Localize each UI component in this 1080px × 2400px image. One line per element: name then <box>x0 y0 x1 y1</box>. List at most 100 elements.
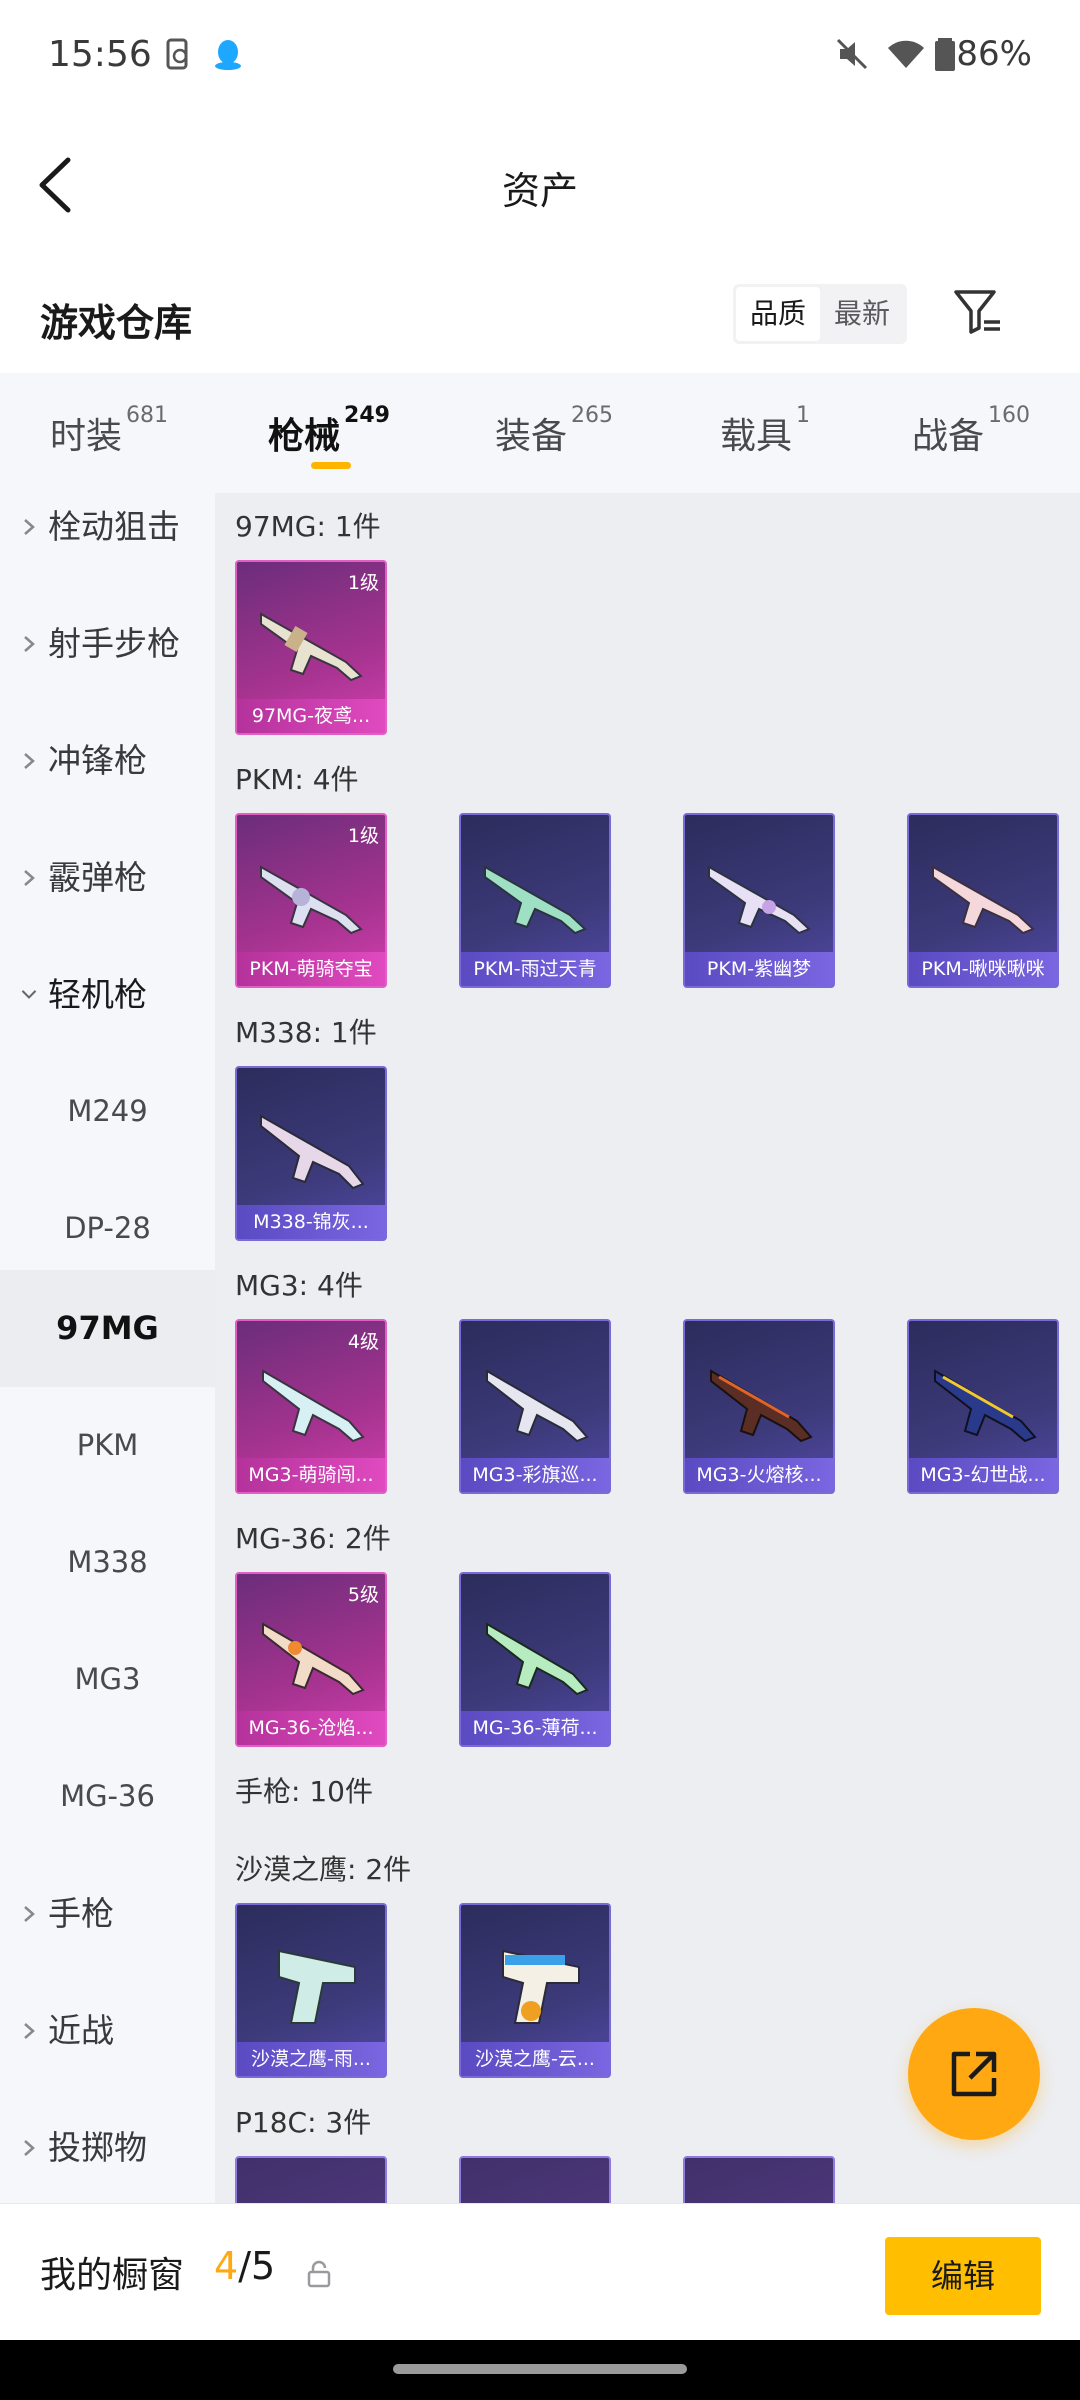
lmg-icon <box>486 1369 589 1443</box>
tab-vehicles[interactable]: 载具1 <box>720 403 810 459</box>
sidebar-item-label: 霰弹枪 <box>48 858 147 897</box>
sidebar-item-melee[interactable]: 近战 <box>0 1972 215 2089</box>
sidebar-subitem-97mg[interactable]: 97MG <box>0 1270 215 1387</box>
external-link-icon <box>951 2051 997 2097</box>
weapon-name: MG3-幻世战... <box>909 1458 1057 1492</box>
lmg-icon <box>708 865 811 935</box>
sidebar-item-bolt-sniper[interactable]: 栓动狙击 <box>0 493 215 585</box>
weapon-card[interactable]: M338-锦灰... <box>235 1066 387 1241</box>
sidebar-subitem-pkm[interactable]: PKM <box>0 1387 215 1504</box>
weapon-card[interactable]: 5级 MG-36-沧焰... <box>235 1572 387 1747</box>
lmg-icon <box>262 1369 365 1443</box>
weapon-name: PKM-萌骑夺宝 <box>237 952 385 986</box>
sidebar-item-label: MG3 <box>74 1662 141 1696</box>
weapon-card[interactable]: MG3-火熔核... <box>683 1319 835 1494</box>
sidebar-item-label: 97MG <box>56 1309 159 1347</box>
sidebar-item-label: 栓动狙击 <box>48 507 180 546</box>
lmg-icon <box>710 1369 813 1443</box>
weapon-card[interactable]: PKM-啾咪啾咪 <box>907 813 1059 988</box>
chevron-right-icon <box>24 519 35 535</box>
weapon-type-sidebar: 栓动狙击 射手步枪 冲锋枪 霰弹枪 轻机枪 M249 DP-28 97MG PK… <box>0 493 215 2203</box>
home-gesture-handle[interactable] <box>393 2364 687 2374</box>
sidebar-subitem-mg3[interactable]: MG3 <box>0 1621 215 1738</box>
weapon-card[interactable]: 沙漠之鹰-云... <box>459 1903 611 2078</box>
weapon-card[interactable]: 沙漠之鹰-雨... <box>235 1903 387 2078</box>
weapon-name: M338-锦灰... <box>237 1205 385 1239</box>
weapon-name: MG-36-沧焰... <box>237 1711 385 1745</box>
weapon-card[interactable]: PKM-雨过天青 <box>459 813 611 988</box>
chevron-right-icon <box>24 636 35 652</box>
showcase-bar: 我的橱窗 4/5 编辑 <box>0 2203 1080 2340</box>
group-title: PKM: 4件 <box>235 763 359 796</box>
pistol-icon <box>278 1949 356 2024</box>
sidebar-item-label: 近战 <box>48 2011 114 2050</box>
group-title: 沙漠之鹰: 2件 <box>235 1853 412 1886</box>
tab-firearms[interactable]: 枪械249 <box>268 403 390 459</box>
sidebar-subitem-mg36[interactable]: MG-36 <box>0 1738 215 1855</box>
sidebar-item-shotgun[interactable]: 霰弹枪 <box>0 819 215 936</box>
chevron-right-icon <box>24 2023 35 2039</box>
sidebar-item-label: 手枪 <box>48 1894 114 1933</box>
status-bar: 15:56 86% <box>0 0 1080 110</box>
group-title: 97MG: 1件 <box>235 510 381 543</box>
section-title: 手枪: 10件 <box>235 1775 373 1808</box>
tab-combat-supplies[interactable]: 战备160 <box>912 403 1030 459</box>
weapon-card[interactable]: 4级 MG3-萌骑闯... <box>235 1319 387 1494</box>
status-time: 15:56 <box>48 34 152 75</box>
weapon-card[interactable]: MG3-幻世战... <box>907 1319 1059 1494</box>
sidebar-subitem-m338[interactable]: M338 <box>0 1504 215 1621</box>
sort-newest-option[interactable]: 最新 <box>820 287 904 341</box>
system-nav-bar <box>0 2340 1080 2400</box>
weapon-name: PKM-啾咪啾咪 <box>909 952 1057 986</box>
sidebar-item-label: PKM <box>76 1428 139 1462</box>
weapon-card[interactable]: PKM-紫幽梦 <box>683 813 835 988</box>
sidebar-item-label: 投掷物 <box>48 2128 147 2167</box>
weapon-name: MG3-彩旗巡... <box>461 1458 609 1492</box>
showcase-count: 4/5 <box>214 2244 276 2288</box>
category-tabs: 时装681 枪械249 装备265 载具1 战备160 <box>0 373 1080 493</box>
mute-icon <box>836 38 868 70</box>
weapon-name: 97MG-夜鸢... <box>237 699 385 733</box>
wifi-icon <box>888 40 924 68</box>
weapon-card[interactable]: 1级 PKM-萌骑夺宝 <box>235 813 387 988</box>
weapon-card[interactable] <box>459 2156 611 2203</box>
group-title: MG-36: 2件 <box>235 1522 391 1555</box>
sidebar-item-label: M338 <box>67 1545 148 1579</box>
sidebar-item-marksman-rifle[interactable]: 射手步枪 <box>0 585 215 702</box>
sidebar-item-pistol[interactable]: 手枪 <box>0 1855 215 1972</box>
weapon-list: 97MG: 1件 1级 97MG-夜鸢... PKM: 4件 1级 PKM-萌骑… <box>215 493 1080 2203</box>
phone-rotate-icon <box>166 38 188 70</box>
weapon-card[interactable] <box>235 2156 387 2203</box>
share-fab[interactable] <box>908 2008 1040 2140</box>
weapon-name: 沙漠之鹰-云... <box>461 2042 609 2076</box>
group-title: MG3: 4件 <box>235 1269 363 1302</box>
chevron-right-icon <box>24 870 35 886</box>
sidebar-item-throwable[interactable]: 投掷物 <box>0 2089 215 2203</box>
edit-button[interactable]: 编辑 <box>885 2237 1041 2315</box>
lmg-icon <box>260 612 363 682</box>
pistol-icon <box>502 1949 580 2024</box>
lmg-icon <box>260 865 363 935</box>
sidebar-item-label: MG-36 <box>60 1779 155 1813</box>
lmg-icon <box>486 1622 589 1696</box>
page-title: 资产 <box>501 169 578 213</box>
tab-equipment[interactable]: 装备265 <box>495 403 613 459</box>
weapon-card[interactable]: 1级 97MG-夜鸢... <box>235 560 387 735</box>
chevron-down-icon <box>21 990 37 999</box>
sort-quality-option[interactable]: 品质 <box>736 287 820 341</box>
weapon-card[interactable] <box>683 2156 835 2203</box>
sidebar-subitem-m249[interactable]: M249 <box>0 1053 215 1170</box>
weapon-card[interactable]: MG3-彩旗巡... <box>459 1319 611 1494</box>
sidebar-item-label: M249 <box>67 1094 148 1128</box>
lmg-icon <box>262 1622 365 1696</box>
sidebar-item-label: 射手步枪 <box>48 624 180 663</box>
sidebar-item-lmg[interactable]: 轻机枪 <box>0 936 215 1053</box>
lmg-icon <box>260 1114 365 1190</box>
filter-button[interactable] <box>950 284 1006 340</box>
sidebar-item-smg[interactable]: 冲锋枪 <box>0 702 215 819</box>
chevron-right-icon <box>24 753 35 769</box>
weapon-card[interactable]: MG-36-薄荷... <box>459 1572 611 1747</box>
sidebar-item-label: 轻机枪 <box>48 975 147 1014</box>
qq-icon <box>215 40 241 70</box>
tab-fashion[interactable]: 时装681 <box>50 403 168 459</box>
